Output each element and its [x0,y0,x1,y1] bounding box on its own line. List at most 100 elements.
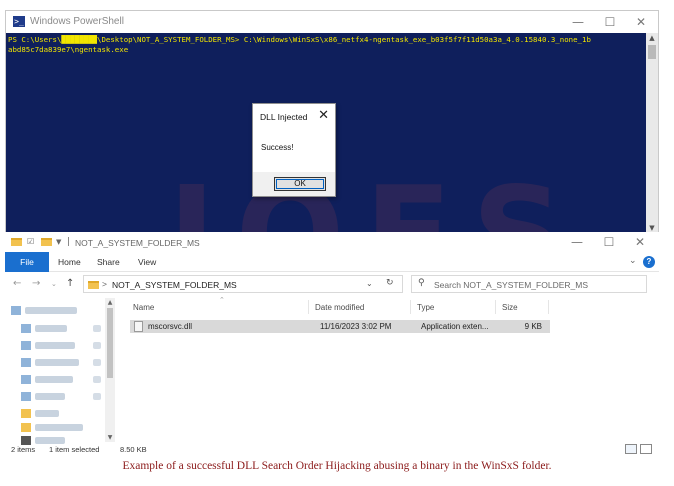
console-scrollbar[interactable]: ▲ ▼ [646,33,658,233]
column-divider[interactable] [495,300,496,314]
column-divider[interactable] [548,300,549,314]
scroll-up-icon[interactable]: ▲ [646,34,658,42]
explorer-titlebar: ☑ ▼ | NOT_A_SYSTEM_FOLDER_MS — ☐ ✕ [5,232,659,252]
back-icon[interactable]: ← [13,278,21,289]
tab-home[interactable]: Home [58,257,81,267]
search-icon: ⚲ [418,278,425,288]
navigation-pane[interactable]: ▲ ▼ [5,298,117,445]
pin-icon [93,342,101,349]
console-line: PS C:\Users\████████\Desktop\NOT_A_SYSTE… [8,35,591,44]
file-type: Application exten... [421,322,489,331]
up-icon[interactable]: ↑ [66,278,74,289]
nav-item-label-redacted [35,359,79,366]
powershell-titlebar: >_ Windows PowerShell — ☐ ✕ [6,11,658,33]
nav-item-icon [21,341,31,350]
nav-item-icon [21,375,31,384]
ribbon: File Home Share View ⌄ ? [5,252,659,272]
pin-icon [93,325,101,332]
details-view-icon[interactable] [625,444,637,454]
status-selection: 1 item selected [49,445,100,454]
address-bar[interactable]: > NOT_A_SYSTEM_FOLDER_MS ⌄ ↻ [83,275,403,293]
folder-icon [11,238,22,246]
dialog-title: DLL Injected [260,112,308,122]
breadcrumb-separator: > [102,279,107,289]
column-type[interactable]: Type [417,303,434,312]
nav-item-label-redacted [25,307,77,314]
address-folder-icon [88,281,99,289]
search-box[interactable]: ⚲ [411,275,647,293]
nav-item-icon [21,358,31,367]
file-size: 9 KB [524,322,542,331]
nav-item-icon [21,392,31,401]
recent-locations-icon[interactable]: ⌄ [51,280,57,288]
refresh-icon[interactable]: ↻ [386,278,394,288]
tab-file[interactable]: File [5,252,49,272]
dll-file-icon [134,321,143,332]
breadcrumb-path[interactable]: NOT_A_SYSTEM_FOLDER_MS [112,280,237,290]
nav-scrollbar[interactable]: ▲ ▼ [105,298,115,442]
close-button[interactable]: ✕ [626,13,656,31]
large-icons-view-icon[interactable] [640,444,652,454]
nav-item-icon [21,324,31,333]
explorer-window: ☑ ▼ | NOT_A_SYSTEM_FOLDER_MS — ☐ ✕ File … [5,232,659,456]
file-date-modified: 11/16/2023 3:02 PM [320,322,392,331]
status-item-count: 2 items [11,445,36,454]
explorer-close-button[interactable]: ✕ [625,233,655,251]
address-dropdown-icon[interactable]: ⌄ [366,279,373,288]
sort-ascending-icon: ⌃ [219,296,225,304]
forward-icon[interactable]: → [32,278,40,289]
tab-share[interactable]: Share [97,257,120,267]
explorer-maximize-button[interactable]: ☐ [594,233,624,251]
help-icon[interactable]: ? [643,256,655,268]
nav-folder-icon [21,423,31,432]
scroll-thumb[interactable] [648,45,656,59]
pin-icon [93,393,101,400]
column-date-modified[interactable]: Date modified [315,303,364,312]
search-input[interactable] [434,278,640,291]
table-row[interactable]: mscorsvc.dll 11/16/2023 3:02 PM Applicat… [130,320,550,333]
scroll-down-icon[interactable]: ▼ [105,434,115,441]
explorer-title: NOT_A_SYSTEM_FOLDER_MS [75,238,200,248]
scroll-up-icon[interactable]: ▲ [105,299,115,306]
ribbon-expand-icon[interactable]: ⌄ [629,256,637,266]
console-line: abd85c7da839e7\ngentask.exe [8,45,129,54]
status-bar: 2 items 1 item selected 8.50 KB [5,444,659,456]
column-headers: ⌃ Name Date modified Type Size [123,296,553,316]
address-bar-row: ← → ⌄ ↑ > NOT_A_SYSTEM_FOLDER_MS ⌄ ↻ ⚲ [5,272,659,296]
console-output: PS C:\Users\████████\Desktop\NOT_A_SYSTE… [8,35,646,55]
tab-view[interactable]: View [138,257,156,267]
explorer-minimize-button[interactable]: — [562,233,592,251]
properties-icon[interactable]: ☑ [27,237,34,246]
nav-item-label-redacted [35,410,59,417]
nav-item-label-redacted [35,325,67,332]
column-size[interactable]: Size [502,303,518,312]
nav-item-label-redacted [35,376,73,383]
nav-item-icon [11,306,21,315]
column-divider[interactable] [410,300,411,314]
file-name: mscorsvc.dll [148,322,193,331]
powershell-title: Windows PowerShell [30,16,124,27]
status-selection-size: 8.50 KB [120,445,147,454]
nav-folder-icon [21,409,31,418]
new-folder-icon[interactable] [41,238,52,246]
figure-caption: Example of a successful DLL Search Order… [122,460,552,472]
title-separator: | [67,237,71,247]
minimize-button[interactable]: — [563,13,593,31]
dialog-close-button[interactable]: ✕ [318,108,329,123]
dialog-message: Success! [261,143,294,152]
column-divider[interactable] [308,300,309,314]
maximize-button[interactable]: ☐ [595,13,625,31]
screenshot-root: >_ Windows PowerShell — ☐ ✕ PS C:\Users\… [0,0,674,486]
dll-injected-dialog: DLL Injected ✕ Success! OK [252,103,336,197]
column-name[interactable]: Name [133,303,154,312]
ok-button[interactable]: OK [274,177,326,191]
scroll-thumb[interactable] [107,308,113,378]
pin-icon [93,359,101,366]
scroll-down-icon[interactable]: ▼ [646,224,658,232]
nav-item-label-redacted [35,393,65,400]
dialog-footer: OK [253,172,335,196]
powershell-icon: >_ [13,16,25,27]
nav-item-label-redacted [35,342,75,349]
quick-access-dropdown-icon[interactable]: ▼ [56,238,61,246]
pin-icon [93,376,101,383]
